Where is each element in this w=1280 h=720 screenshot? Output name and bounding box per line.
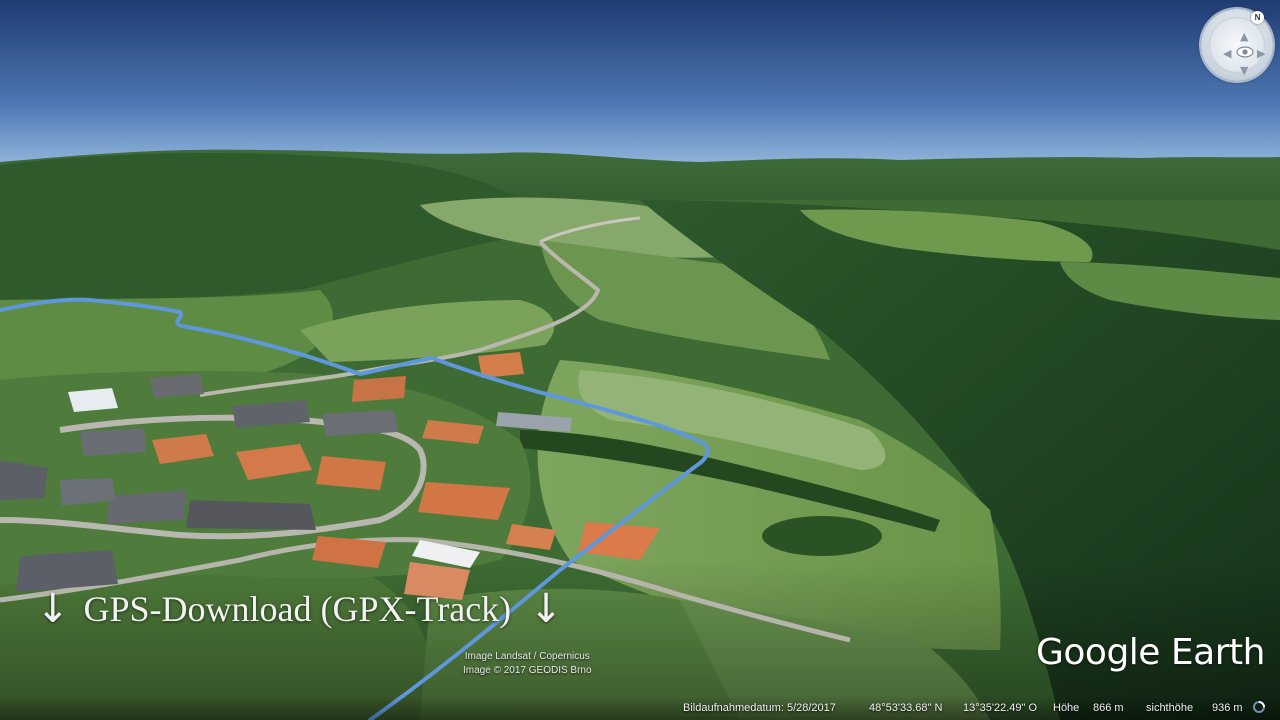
house	[316, 456, 386, 490]
caption-text: GPS-Download (GPX-Track)	[83, 589, 512, 629]
imagery-date: Bildaufnahmedatum: 5/28/2017	[683, 702, 836, 714]
north-indicator[interactable]: N	[1251, 11, 1264, 24]
latitude-readout: 48°53'33.68" N	[869, 702, 943, 714]
navigation-ring[interactable]: ▲ ▼ ◀ ▶	[1209, 17, 1265, 76]
house	[68, 388, 118, 412]
look-eye-icon[interactable]	[1236, 46, 1254, 58]
imagery-credit-line2: Image © 2017 GEODIS Brno	[463, 665, 592, 676]
down-arrow-left-icon: ↓	[36, 586, 70, 632]
streaming-progress-icon	[1253, 701, 1265, 713]
sky	[0, 0, 1280, 175]
down-arrow-right-icon: ↓	[529, 586, 563, 632]
elevation-label: Höhe	[1053, 702, 1080, 714]
pan-right-icon[interactable]: ▶	[1257, 48, 1265, 59]
longitude-readout: 13°35'22.49" O	[963, 702, 1038, 714]
eye-altitude-label: sichthöhe	[1146, 702, 1194, 714]
pan-left-icon[interactable]: ◀	[1223, 48, 1231, 59]
house	[322, 410, 398, 436]
google-earth-logo: Google Earth	[1036, 632, 1265, 673]
gps-download-caption: ↓ GPS-Download (GPX-Track) ↓	[36, 586, 563, 632]
house	[186, 500, 316, 530]
pan-down-icon[interactable]: ▼	[1240, 65, 1248, 76]
pan-up-icon[interactable]: ▲	[1240, 31, 1248, 42]
navigation-compass-icon[interactable]: ▲ ▼ ◀ ▶ N	[1201, 9, 1273, 81]
tree-grove	[762, 516, 882, 556]
house	[352, 376, 406, 402]
elevation-value: 866 m	[1093, 702, 1124, 714]
imagery-credit: Image Landsat / Copernicus Image © 2017 …	[463, 650, 592, 678]
imagery-credit-line1: Image Landsat / Copernicus	[464, 651, 590, 662]
eye-altitude-value: 936 m	[1212, 702, 1243, 714]
house	[150, 374, 204, 398]
map-viewport[interactable]: ▲ ▼ ◀ ▶ N ↓ GPS-Download (GPX-Track) ↓ I…	[0, 0, 1280, 720]
house	[80, 428, 146, 456]
status-bar	[0, 696, 1280, 720]
